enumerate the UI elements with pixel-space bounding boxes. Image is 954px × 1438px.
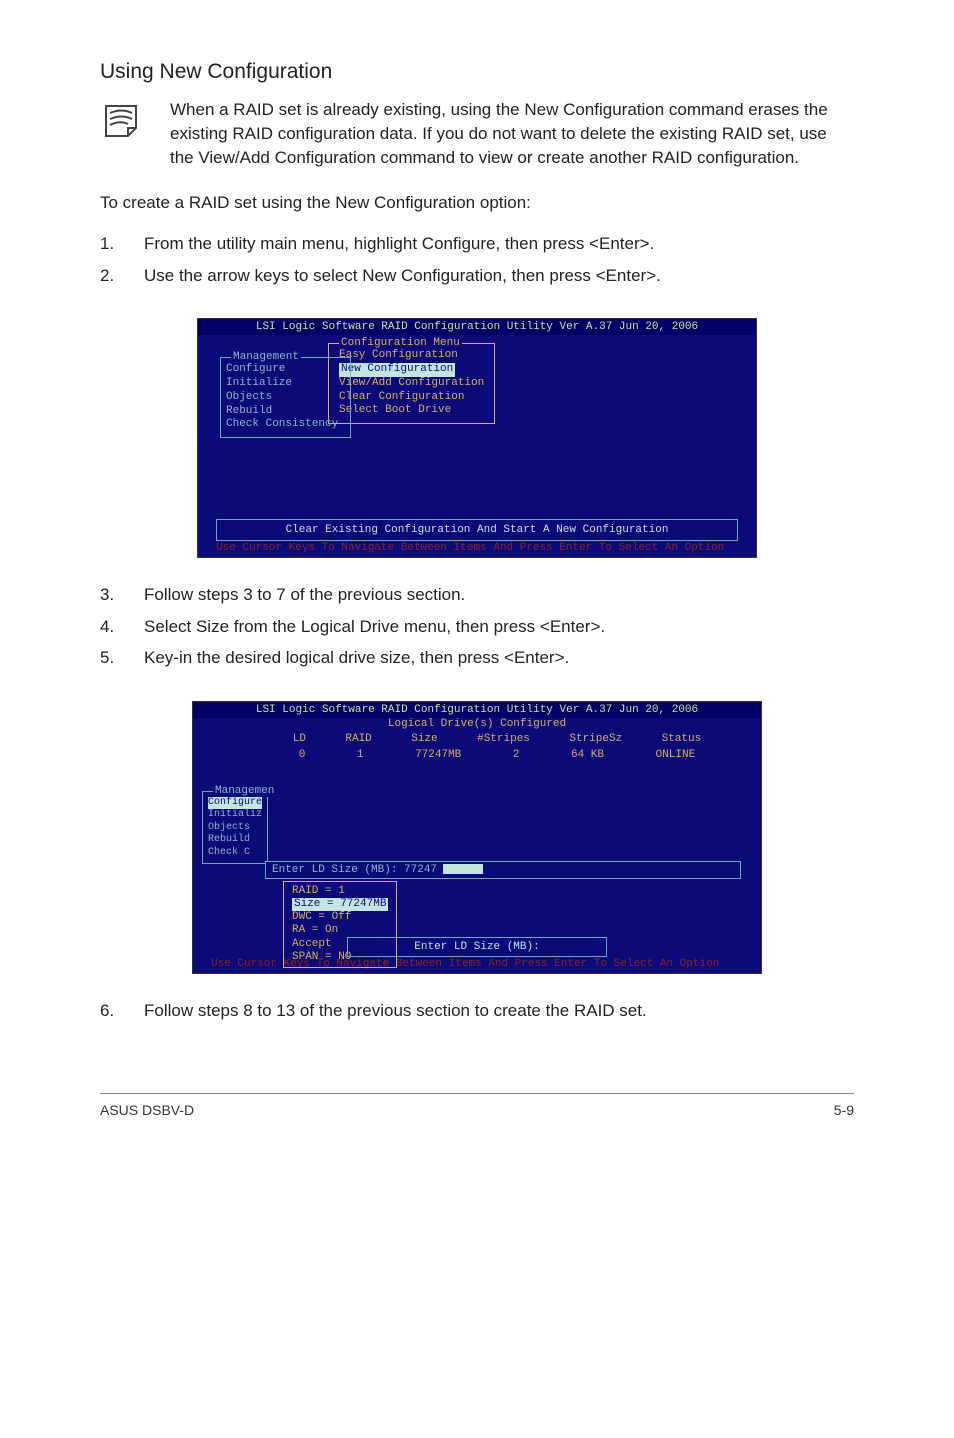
mgmt-item: Check Consistency [226, 418, 338, 432]
mgmt-item: Objects [226, 391, 338, 405]
th: LD [293, 733, 306, 745]
terminal-title: LSI Logic Software RAID Configuration Ut… [198, 319, 756, 335]
raid-line: DWC = Off [292, 911, 388, 924]
intro-text: To create a RAID set using the New Confi… [100, 193, 854, 213]
step-item: 3.Follow steps 3 to 7 of the previous se… [100, 582, 854, 608]
note-paper-icon [100, 102, 148, 140]
step-item: 2.Use the arrow keys to select New Confi… [100, 263, 854, 289]
step-item: 6.Follow steps 8 to 13 of the previous s… [100, 998, 854, 1024]
steps-list-a: 1.From the utility main menu, highlight … [100, 231, 854, 288]
step-item: 5.Key-in the desired logical drive size,… [100, 645, 854, 671]
step-item: 1.From the utility main menu, highlight … [100, 231, 854, 257]
mgmt-item: Rebuild [208, 834, 262, 847]
td: 2 [513, 749, 520, 761]
raid-line-selected: Size = 77247MB [292, 898, 388, 911]
configuration-menu-label: Configuration Menu [339, 337, 462, 349]
size-input-bar: Enter LD Size (MB): 77247 [265, 861, 741, 879]
management-menu-box: Management Configure Initialize Objects … [220, 357, 351, 438]
footer-page-number: 5-9 [834, 1102, 854, 1118]
step-text: Follow steps 8 to 13 of the previous sec… [144, 998, 647, 1024]
terminal-body: Configuration Menu Easy Configuration Ne… [198, 335, 756, 515]
steps-list-b: 3.Follow steps 3 to 7 of the previous se… [100, 582, 854, 671]
config-item: View/Add Configuration [339, 377, 484, 391]
config-item: Select Boot Drive [339, 404, 484, 418]
hint-text: Use Cursor Keys To Navigate Between Item… [216, 542, 724, 554]
note-text: When a RAID set is already existing, usi… [170, 98, 854, 169]
ld-table-row: 0 1 77247MB 2 64 KB ONLINE [193, 747, 761, 763]
th: Status [662, 733, 702, 745]
page-footer: ASUS DSBV-D 5-9 [100, 1093, 854, 1118]
step-number: 6. [100, 998, 144, 1024]
step-text: From the utility main menu, highlight Co… [144, 231, 654, 257]
mgmt-item: Configure [226, 363, 338, 377]
management-menu-label: Managemen [213, 785, 276, 797]
terminal-hint: Use Cursor Keys To Navigate Between Item… [193, 957, 761, 971]
ld-table-header: LD RAID Size #Stripes StripeSz Status [193, 730, 761, 747]
td: 0 [299, 749, 306, 761]
td: 77247MB [415, 749, 461, 761]
td: ONLINE [656, 749, 696, 761]
terminal-title: LSI Logic Software RAID Configuration Ut… [193, 702, 761, 718]
cursor-block [443, 864, 483, 874]
th: #Stripes [477, 733, 530, 745]
note-block: When a RAID set is already existing, usi… [100, 98, 854, 169]
terminal-status-box: Enter LD Size (MB): [347, 937, 607, 957]
step-number: 5. [100, 645, 144, 671]
mgmt-item-selected: Configure [208, 797, 262, 810]
terminal-hint: Use Cursor Keys To Navigate Between Item… [198, 541, 756, 555]
th: StripeSz [569, 733, 622, 745]
step-number: 4. [100, 614, 144, 640]
size-input-text: Enter LD Size (MB): 77247 [272, 864, 437, 876]
step-text: Select Size from the Logical Drive menu,… [144, 614, 605, 640]
step-text: Follow steps 3 to 7 of the previous sect… [144, 582, 465, 608]
terminal-body: Managemen Configure Initializ Objects Re… [193, 763, 761, 933]
mgmt-item: Objects [208, 822, 262, 835]
raid-line: RAID = 1 [292, 885, 388, 898]
config-item: Easy Configuration [339, 349, 484, 363]
management-menu-label: Management [231, 351, 301, 363]
terminal-2: LSI Logic Software RAID Configuration Ut… [192, 701, 762, 974]
th: RAID [345, 733, 371, 745]
step-number: 3. [100, 582, 144, 608]
mgmt-item: Initialize [226, 377, 338, 391]
terminal-1-wrap: LSI Logic Software RAID Configuration Ut… [100, 318, 854, 558]
th: Size [411, 733, 437, 745]
mgmt-item: Rebuild [226, 405, 338, 419]
terminal-2-wrap: LSI Logic Software RAID Configuration Ut… [100, 701, 854, 974]
step-text: Use the arrow keys to select New Configu… [144, 263, 661, 289]
ld-subtitle: Logical Drive(s) Configured [193, 718, 761, 730]
td: 64 KB [571, 749, 604, 761]
mgmt-item: Check C [208, 847, 262, 860]
configuration-menu-box: Configuration Menu Easy Configuration Ne… [328, 343, 495, 424]
raid-line: RA = On [292, 924, 388, 937]
steps-list-c: 6.Follow steps 8 to 13 of the previous s… [100, 998, 854, 1024]
footer-model: ASUS DSBV-D [100, 1102, 194, 1118]
management-menu-box: Managemen Configure Initializ Objects Re… [202, 791, 268, 865]
step-text: Key-in the desired logical drive size, t… [144, 645, 569, 671]
mgmt-item: Initializ [208, 809, 262, 822]
terminal-1: LSI Logic Software RAID Configuration Ut… [197, 318, 757, 558]
config-item: Clear Configuration [339, 391, 484, 405]
terminal-status-box: Clear Existing Configuration And Start A… [216, 519, 738, 541]
config-item-selected: New Configuration [339, 363, 455, 377]
step-number: 1. [100, 231, 144, 257]
td: 1 [357, 749, 364, 761]
section-heading: Using New Configuration [100, 60, 854, 84]
step-item: 4.Select Size from the Logical Drive men… [100, 614, 854, 640]
step-number: 2. [100, 263, 144, 289]
